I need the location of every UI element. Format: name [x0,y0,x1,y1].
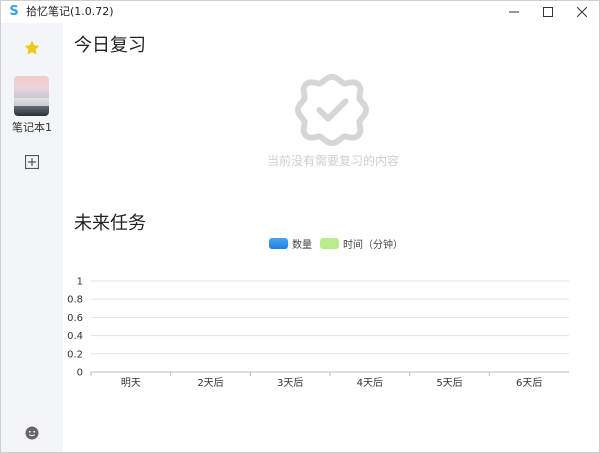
x-tick-label: 6天后 [516,377,542,389]
empty-state-text: 当前没有需要复习的内容 [266,154,399,168]
y-tick-label: 0.6 [67,313,83,324]
notebook-cover[interactable] [14,76,49,116]
title-bar[interactable]: S 拾忆笔记(1.0.72) [1,1,599,23]
sidebar: 笔记本1 [1,23,63,452]
x-tick-label: 5天后 [436,377,462,389]
y-tick-label: 0 [77,368,83,379]
y-tick-label: 0.2 [67,349,83,360]
future-tasks-chart: 0 0.2 0.4 0.6 0.8 1 明天 2天后 3天后 4天后 5天后 6天后 [67,277,569,389]
chart-legend: 数量 时间（分钟） [269,236,411,251]
legend-item-time[interactable]: 时间（分钟） [320,236,403,251]
y-tick-label: 0.4 [67,331,83,342]
check-flower-icon [294,73,370,147]
window-controls [497,1,599,23]
minimize-icon [509,11,519,13]
add-square-icon[interactable] [25,155,39,169]
app-window: S 拾忆笔记(1.0.72) 笔记本1 今日复习 当前没有需要复习的内容 未来任… [0,0,600,453]
legend-swatch-count [269,238,288,249]
legend-label-time: 时间（分钟） [343,240,403,251]
minimize-button[interactable] [497,1,531,23]
star-icon[interactable] [23,39,41,57]
maximize-icon [543,7,553,17]
close-button[interactable] [565,1,599,23]
maximize-button[interactable] [531,1,565,23]
app-logo: S [9,4,19,19]
y-tick-label: 0.8 [67,295,83,306]
legend-item-count[interactable]: 数量 [269,236,312,251]
close-icon [577,7,587,17]
x-tick-label: 3天后 [277,377,303,389]
y-tick-label: 1 [77,277,83,288]
legend-label-count: 数量 [292,240,312,251]
x-tick-label: 明天 [121,377,141,389]
smile-icon[interactable] [25,426,39,440]
x-tick-label: 4天后 [357,377,383,389]
x-tick-label: 2天后 [197,377,223,389]
window-title: 拾忆笔记(1.0.72) [26,5,114,18]
future-tasks-title: 未来任务 [74,213,146,234]
legend-swatch-time [320,238,339,249]
cover-mist [14,98,49,106]
notebook-label[interactable]: 笔记本1 [1,119,63,135]
today-review-title: 今日复习 [74,35,146,56]
